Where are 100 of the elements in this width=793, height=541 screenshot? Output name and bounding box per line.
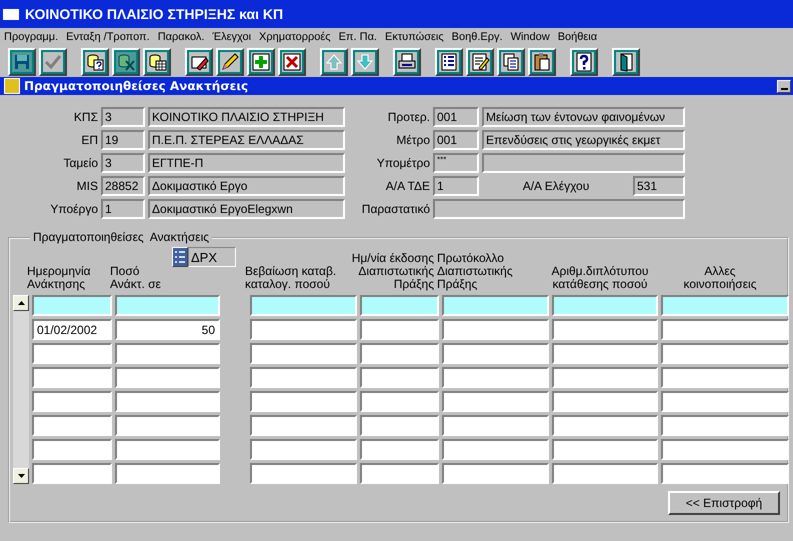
menu-item[interactable]: Παρακολ. [158,31,204,43]
table-cell[interactable] [552,463,658,484]
table-cell[interactable] [360,319,439,340]
table-cell[interactable] [250,415,357,436]
table-cell[interactable] [442,343,549,364]
back-button[interactable]: << Επιστροφή [668,491,780,515]
table-cell[interactable] [552,367,658,388]
name-field[interactable]: Δοκιμαστικό Εργο [148,176,345,196]
table-cell[interactable] [32,391,112,412]
x-icon[interactable] [278,48,306,76]
menu-item[interactable]: Χρηματορροές [259,31,331,43]
menu-item[interactable]: Window [510,31,550,43]
table-cell[interactable] [442,415,549,436]
document-pencil-icon[interactable] [466,48,494,76]
table-cell[interactable] [661,415,789,436]
table-cell[interactable] [661,343,789,364]
table-cell[interactable] [442,463,549,484]
table-cell[interactable] [115,367,220,388]
menu-item[interactable]: Έλεγχοι [212,31,252,43]
table-cell[interactable] [115,415,220,436]
table-cell[interactable] [32,295,112,316]
table-cell[interactable] [661,295,789,316]
door-icon[interactable] [612,48,640,76]
menu-item[interactable]: Βοήθεια [558,31,598,43]
table-cell[interactable] [360,463,439,484]
name-field[interactable]: Π.Ε.Π. ΣΤΕΡΕΑΣ ΕΛΛΑΔΑΣ [148,130,345,150]
name-field[interactable] [482,153,685,173]
table-cell[interactable] [32,343,112,364]
table-cell[interactable] [552,295,658,316]
name-field[interactable]: Δοκιμαστικό ΕργοElegxwn [148,199,345,219]
table-cell[interactable] [360,367,439,388]
code-field[interactable]: 1 [101,199,145,219]
name-field[interactable]: ΚΟΙΝΟΤΙΚΟ ΠΛΑΙΣΙΟ ΣΤΗΡΙΞΗ [148,107,345,127]
table-cell[interactable] [442,391,549,412]
table-cell[interactable] [360,391,439,412]
table-cell[interactable] [115,439,220,460]
table-cell[interactable] [250,319,357,340]
table-cell[interactable] [661,391,789,412]
eraser-icon[interactable] [185,48,213,76]
menu-item[interactable]: Εκτυπώσεις [385,31,444,43]
code-field[interactable]: 28852 [101,176,145,196]
table-cell[interactable] [661,463,789,484]
menu-item[interactable]: Προγραμμ. [4,31,58,43]
documents-icon[interactable] [497,48,525,76]
table-cell[interactable] [552,415,658,436]
code-field[interactable]: 3 [101,153,145,173]
scroll-down-button[interactable] [13,468,29,484]
scroll-up-button[interactable] [13,295,29,311]
table-cell[interactable] [115,463,220,484]
table-cell[interactable] [32,415,112,436]
table-cell[interactable] [442,295,549,316]
pencil-icon[interactable] [216,48,244,76]
code-field[interactable]: 19 [101,130,145,150]
plus-icon[interactable] [247,48,275,76]
table-cell[interactable] [115,391,220,412]
table-cell[interactable] [442,367,549,388]
name-field[interactable]: Μείωση των έντονων φαινομένων [482,107,685,127]
menu-item[interactable]: Βοηθ.Εργ. [452,31,503,43]
table-cell[interactable] [250,343,357,364]
database-question-icon[interactable] [81,48,109,76]
table-cell[interactable] [250,391,357,412]
table-cell[interactable] [442,319,549,340]
table-cell[interactable] [250,295,357,316]
table-cell[interactable] [250,439,357,460]
table-cell[interactable] [552,391,658,412]
table-cell[interactable] [360,343,439,364]
name-field[interactable]: ΕΓΤΠΕ-Π [148,153,345,173]
menu-item[interactable]: Ενταξη /Τροποπ. [66,31,150,43]
database-grid-icon[interactable] [143,48,171,76]
list-icon[interactable] [435,48,463,76]
name-field[interactable]: Επενδύσεις στις γεωργικές εκμετ [482,130,685,150]
currency-field[interactable]: ΔΡΧ [188,247,236,267]
table-cell[interactable] [360,295,439,316]
table-cell[interactable] [115,343,220,364]
minimize-button[interactable] [777,80,791,92]
table-cell[interactable] [360,439,439,460]
table-cell[interactable] [442,439,549,460]
number-field[interactable]: 531 [633,176,685,196]
table-cell[interactable] [661,319,789,340]
clipboard-icon[interactable] [528,48,556,76]
code-field[interactable]: 001 [433,130,479,150]
code-field[interactable]: *** [433,153,479,173]
table-cell[interactable]: 50 [115,319,220,340]
table-cell[interactable] [250,463,357,484]
document-field[interactable] [433,199,685,219]
menu-item[interactable]: Επ. Πα. [338,31,377,43]
printer-icon[interactable] [393,48,421,76]
code-field[interactable]: 1 [433,176,479,196]
table-cell[interactable] [32,439,112,460]
table-cell[interactable] [32,463,112,484]
table-cell[interactable] [552,319,658,340]
table-cell[interactable] [250,367,357,388]
table-cell[interactable] [661,367,789,388]
table-cell[interactable] [552,343,658,364]
table-cell[interactable]: 01/02/2002 [32,319,112,340]
help-icon[interactable] [570,48,598,76]
table-cell[interactable] [115,295,220,316]
code-field[interactable]: 001 [433,107,479,127]
table-cell[interactable] [552,439,658,460]
list-icon[interactable] [172,247,188,267]
